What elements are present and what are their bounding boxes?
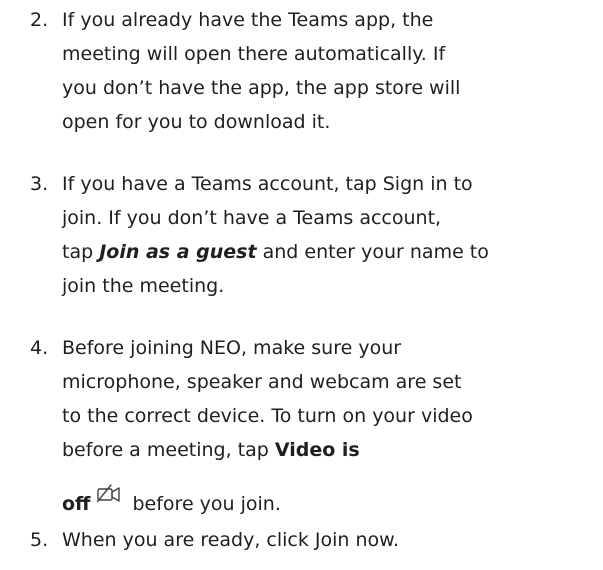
step-line: open for you to download it. bbox=[62, 111, 331, 133]
step-number: 2. bbox=[30, 9, 49, 31]
instruction-document: 2. If you already have the Teams app, th… bbox=[0, 0, 603, 570]
join-as-guest-emphasis: Join as a guest bbox=[99, 241, 257, 263]
step-number: 3. bbox=[30, 173, 49, 195]
step-line: Before joining NEO, make sure your bbox=[62, 337, 402, 359]
step-line: to the correct device. To turn on your v… bbox=[62, 405, 473, 427]
video-is-emphasis: Video is bbox=[274, 439, 360, 461]
step-text: When you are ready, click Join now. bbox=[62, 523, 597, 557]
step-line-with-icon: off before you join. bbox=[62, 481, 597, 521]
step-text-prefix: before a meeting, tap bbox=[62, 439, 275, 461]
off-emphasis: off bbox=[62, 493, 91, 515]
step-line: join the meeting. bbox=[62, 275, 225, 297]
step-line-with-emphasis: before a meeting, tap Video is bbox=[62, 433, 597, 467]
step-text: Before joining NEO, make sure your micro… bbox=[62, 331, 597, 521]
step-number: 4. bbox=[30, 337, 49, 359]
step-line: microphone, speaker and webcam are set bbox=[62, 371, 462, 393]
step-line: If you already have the Teams app, the bbox=[62, 9, 434, 31]
step-line: join. If you don’t have a Teams account, bbox=[62, 207, 442, 229]
step-line: meeting will open there automatically. I… bbox=[62, 43, 446, 65]
step-text: If you already have the Teams app, the m… bbox=[62, 3, 597, 139]
step-text-suffix: before you join. bbox=[126, 493, 281, 515]
step-number: 5. bbox=[30, 529, 49, 551]
step-line: you don’t have the app, the app store wi… bbox=[62, 77, 461, 99]
step-line: If you have a Teams account, tap Sign in… bbox=[62, 173, 473, 195]
step-text-prefix: tap bbox=[62, 241, 100, 263]
video-off-icon bbox=[96, 481, 122, 503]
step-text-suffix: and enter your name to bbox=[256, 241, 489, 263]
step-text: If you have a Teams account, tap Sign in… bbox=[62, 167, 597, 303]
step-line-with-emphasis: tap Join as a guest and enter your name … bbox=[62, 235, 597, 269]
step-line: When you are ready, click Join now. bbox=[62, 529, 400, 551]
